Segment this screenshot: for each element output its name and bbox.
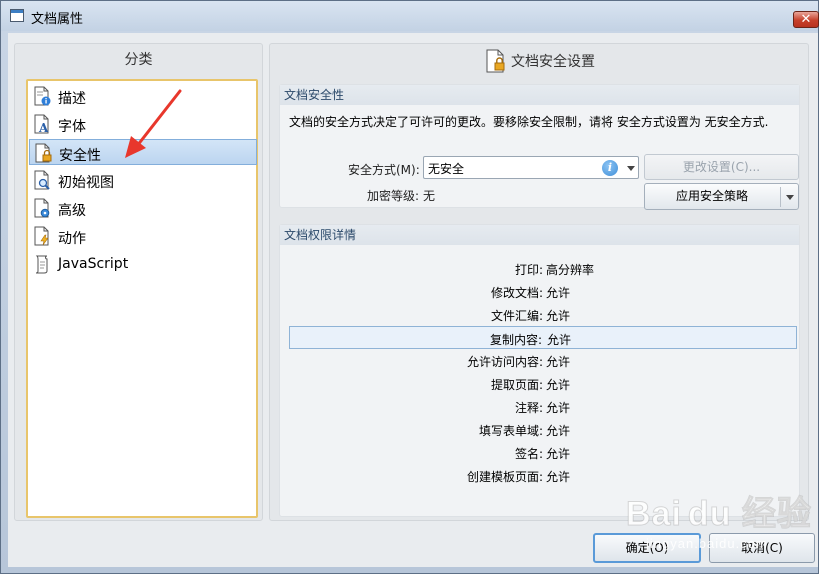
info-icon[interactable]: i — [602, 160, 618, 176]
permission-key: 填写表单域: — [478, 424, 543, 438]
settings-title: 文档安全设置 — [511, 54, 595, 70]
category-item-fonts[interactable]: A 字体 — [29, 111, 257, 137]
chevron-down-icon — [627, 166, 635, 171]
permission-key: 文件汇编: — [490, 309, 543, 323]
settings-panel: 文档安全设置 文档安全性 文档的安全方式决定了可许可的更改。要移除安全限制，请将… — [269, 43, 809, 521]
permission-key: 复制内容: — [489, 333, 542, 347]
title-bar: 文档属性 ✕ — [1, 1, 819, 31]
doc-action-icon — [34, 226, 49, 246]
category-label: 描述 — [58, 91, 86, 107]
category-item-advanced[interactable]: 高级 — [29, 195, 257, 221]
close-button[interactable]: ✕ — [793, 11, 819, 28]
category-label: JavaScript — [58, 256, 129, 272]
change-settings-button[interactable]: 更改设置(C)... — [644, 154, 799, 180]
doc-view-icon — [34, 170, 50, 190]
category-label: 安全性 — [59, 148, 101, 164]
permission-row[interactable]: 填写表单域: 允许 — [289, 418, 797, 441]
permission-value: 允许 — [546, 424, 571, 438]
permission-value: 允许 — [546, 401, 571, 415]
split-separator — [780, 187, 781, 207]
doc-lock-icon — [35, 143, 52, 163]
security-method-select[interactable]: 无安全 i — [423, 156, 639, 179]
doc-info-icon — [34, 86, 51, 106]
window-title: 文档属性 — [31, 12, 84, 27]
category-label: 动作 — [58, 231, 86, 247]
category-item-security[interactable]: 安全性 — [29, 139, 257, 165]
permission-value: 允许 — [546, 309, 571, 323]
permission-value: 允许 — [546, 447, 571, 461]
permission-row[interactable]: 提取页面: 允许 — [289, 372, 797, 395]
doc-lock-icon — [486, 49, 505, 73]
permission-value: 允许 — [546, 355, 571, 369]
permission-key: 注释: — [514, 401, 543, 415]
permission-row[interactable]: 打印: 高分辨率 — [289, 257, 797, 280]
security-method-value: 无安全 — [428, 162, 465, 176]
permissions-group: 文档权限详情 打印: 高分辨率 修改文档: 允许 文件汇编: 允许 复制内容: … — [279, 224, 800, 517]
permission-value: 允许 — [546, 470, 571, 484]
category-item-actions[interactable]: 动作 — [29, 223, 257, 249]
doc-gear-icon — [34, 198, 50, 218]
category-label: 高级 — [58, 203, 86, 219]
category-item-initial-view[interactable]: 初始视图 — [29, 167, 257, 193]
permission-row[interactable]: 允许访问内容: 允许 — [289, 349, 797, 372]
ok-button[interactable]: 确定(O) — [593, 533, 701, 563]
category-item-description[interactable]: 描述 — [29, 83, 257, 109]
permission-value: 允许 — [546, 286, 571, 300]
permissions-group-title: 文档权限详情 — [280, 225, 799, 245]
permission-value: 允许 — [546, 378, 571, 392]
permission-row[interactable]: 注释: 允许 — [289, 395, 797, 418]
permission-row[interactable]: 文件汇编: 允许 — [289, 303, 797, 326]
script-scroll-icon — [35, 255, 48, 274]
permission-row[interactable]: 签名: 允许 — [289, 441, 797, 464]
doc-font-icon: A — [34, 114, 49, 134]
category-list[interactable]: 描述 A 字体 安全性 初始视图 高级 动作 JavaScript — [26, 79, 258, 518]
category-label: 字体 — [58, 119, 86, 135]
security-method-label: 安全方式(M): — [348, 163, 420, 177]
permission-value: 高分辨率 — [546, 263, 595, 277]
encryption-level-value: 无 — [423, 189, 436, 203]
permission-key: 修改文档: — [490, 286, 543, 300]
security-group: 文档安全性 文档的安全方式决定了可许可的更改。要移除安全限制，请将 安全方式设置… — [279, 84, 800, 210]
apply-security-policy-label: 应用安全策略 — [675, 189, 748, 203]
security-description: 文档的安全方式决定了可许可的更改。要移除安全限制，请将 安全方式设置为 无安全方… — [289, 115, 769, 129]
security-group-title: 文档安全性 — [280, 85, 799, 105]
category-panel: 分类 描述 A 字体 安全性 初始视图 高级 动作 JavaScript — [14, 43, 263, 521]
permission-row-selected[interactable]: 复制内容: 允许 — [289, 326, 797, 349]
category-header: 分类 — [124, 52, 153, 68]
permission-key: 提取页面: — [490, 378, 543, 392]
permission-value: 允许 — [547, 333, 572, 347]
apply-security-policy-button[interactable]: 应用安全策略 — [644, 183, 799, 210]
permission-row[interactable]: 创建模板页面: 允许 — [289, 464, 797, 487]
permission-key: 允许访问内容: — [466, 355, 543, 369]
window-icon — [10, 9, 24, 22]
settings-header: 文档安全设置 — [270, 44, 808, 76]
chevron-down-icon[interactable] — [786, 195, 794, 200]
category-label: 初始视图 — [58, 175, 114, 191]
permission-key: 签名: — [514, 447, 543, 461]
permission-key: 打印: — [514, 263, 543, 277]
dialog-body: 分类 描述 A 字体 安全性 初始视图 高级 动作 JavaScript 文档安… — [8, 33, 818, 567]
document-properties-dialog: 文档属性 ✕ 分类 描述 A 字体 安全性 初始视图 高级 动作 JavaScr… — [0, 0, 819, 574]
cancel-button[interactable]: 取消(C) — [709, 533, 815, 563]
permission-row[interactable]: 修改文档: 允许 — [289, 280, 797, 303]
category-item-javascript[interactable]: JavaScript — [29, 251, 257, 277]
permission-key: 创建模板页面: — [466, 470, 543, 484]
encryption-level-label: 加密等级: — [367, 189, 420, 203]
svg-text:A: A — [38, 121, 49, 134]
